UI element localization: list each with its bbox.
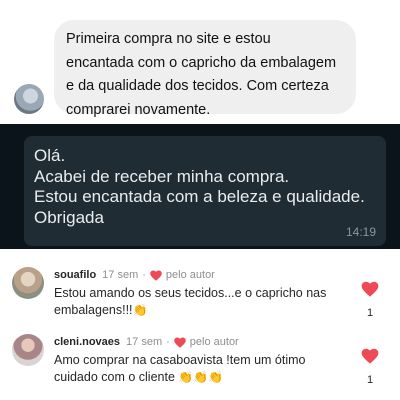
comment-text: Estou amando os seus tecidos...e o capri…: [54, 285, 354, 318]
whatsapp-message-line: Obrigada: [34, 207, 104, 227]
meta-separator: ·: [166, 336, 170, 348]
like-count: 1: [366, 307, 374, 319]
dm-message-line: Primeira compra no site e estou: [66, 31, 271, 47]
avatar[interactable]: [12, 267, 44, 299]
whatsapp-message-line: Olá.: [34, 146, 66, 165]
instagram-dm-section: Primeira compra no site e estou encantad…: [0, 0, 400, 124]
clapping-hands-emoji: 👏👏👏: [178, 369, 224, 384]
avatar[interactable]: [12, 334, 44, 366]
dm-message-line: comprarei novamente.: [66, 101, 211, 118]
heart-icon: [150, 270, 162, 281]
heart-icon[interactable]: [361, 281, 379, 297]
dm-message-bubble[interactable]: Primeira compra no site e estou encantad…: [54, 20, 356, 118]
clapping-hands-emoji: 👏: [132, 302, 148, 317]
heart-icon: [174, 337, 186, 348]
whatsapp-message-line: Acabei de receber minha compra.: [34, 166, 290, 186]
whatsapp-message-line: Estou encantada com a beleza e qualidade…: [34, 187, 365, 206]
comment-username[interactable]: cleni.novaes: [54, 336, 120, 348]
author-liked-badge: pelo autor: [165, 269, 215, 281]
comment-age: 17 sem: [126, 336, 163, 348]
whatsapp-message-bubble[interactable]: Olá. Acabei de receber minha compra. Est…: [24, 136, 386, 246]
comment-text: Amo comprar na casaboavista !tem um ótim…: [54, 352, 354, 385]
heart-icon[interactable]: [361, 348, 379, 364]
comment-text-line: Amo comprar na casaboavista !tem um ótim…: [54, 353, 306, 367]
comment-age: 17 sem: [102, 269, 139, 281]
dm-sender-avatar[interactable]: [14, 84, 44, 114]
dm-message-line: encantada com o capricho da embalagem: [66, 54, 337, 71]
meta-separator: ·: [142, 269, 146, 281]
comment-text-line: embalagens!!!: [54, 302, 133, 317]
like-button[interactable]: 1: [360, 281, 380, 319]
author-liked-badge: pelo autor: [189, 336, 239, 348]
whatsapp-chat-section: Olá. Acabei de receber minha compra. Est…: [0, 124, 400, 249]
comment-username[interactable]: souafilo: [54, 269, 96, 281]
like-button[interactable]: 1: [360, 348, 380, 386]
message-timestamp: 14:19: [345, 224, 376, 239]
comments-section: souafilo 17 sem · pelo autor Estou amand…: [0, 249, 400, 400]
like-count: 1: [366, 374, 374, 386]
comment-text-line: Estou amando os seus tecidos...e o capri…: [54, 286, 327, 300]
dm-message-line: e da qualidade dos tecidos. Com certeza: [66, 78, 329, 94]
comment-item: souafilo 17 sem · pelo autor Estou amand…: [0, 249, 400, 324]
comment-meta: cleni.novaes 17 sem · pelo autor: [54, 336, 239, 348]
comment-text-line: cuidado com o cliente: [54, 369, 175, 384]
comment-item: cleni.novaes 17 sem · pelo autor Amo com…: [0, 324, 400, 400]
comment-meta: souafilo 17 sem · pelo autor: [54, 269, 215, 281]
